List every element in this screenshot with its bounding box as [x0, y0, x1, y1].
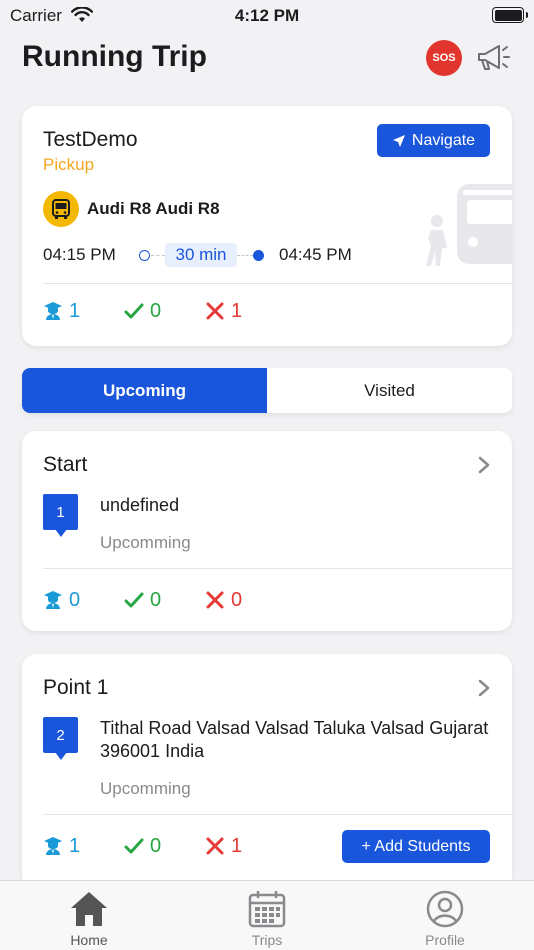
trip-type: Pickup: [43, 155, 95, 174]
navigate-button[interactable]: Navigate: [377, 124, 490, 157]
sos-label: SOS: [432, 52, 456, 64]
start-dot: [139, 250, 150, 261]
student-count: 1: [43, 835, 124, 858]
time-row: 04:15 PM 30 min 04:45 PM: [43, 243, 403, 267]
stop-stats: 1 0 1: [43, 834, 286, 858]
bus-icon: [43, 191, 79, 227]
present-count-value: 0: [150, 299, 162, 322]
present-count: 0: [124, 835, 205, 858]
absent-count: 1: [205, 300, 286, 323]
divider: [43, 283, 512, 284]
end-dot: [253, 250, 264, 261]
trip-card: TestDemo Pickup Navigate Audi R8 Audi R8…: [22, 106, 512, 346]
page-title: Running Trip: [22, 40, 207, 73]
stop-number: 1: [56, 503, 65, 521]
student-icon: [44, 837, 62, 855]
divider: [43, 568, 512, 569]
absent-count: 0: [205, 589, 286, 612]
megaphone-icon[interactable]: [472, 38, 512, 78]
tabbar-label: Home: [70, 932, 108, 948]
student-count-value: 1: [69, 834, 81, 857]
stop-pin-icon: 1: [43, 494, 78, 537]
stop-number: 2: [56, 726, 65, 744]
tabbar-label: Profile: [425, 932, 465, 948]
check-icon: [124, 592, 144, 608]
stop-card-point-1[interactable]: Point 1 2 Tithal Road Valsad Valsad Talu…: [22, 654, 512, 890]
tabbar-item-home[interactable]: Home: [0, 881, 178, 950]
student-icon: [44, 302, 62, 320]
tab-visited[interactable]: Visited: [267, 368, 512, 413]
navigate-arrow-icon: [392, 134, 405, 147]
header: Running Trip SOS: [22, 38, 512, 82]
present-count: 0: [124, 589, 205, 612]
sos-button[interactable]: SOS: [426, 40, 462, 76]
tabbar-item-profile[interactable]: Profile: [356, 881, 534, 950]
student-icon: [44, 591, 62, 609]
end-time: 04:45 PM: [279, 245, 352, 264]
present-count-value: 0: [150, 834, 162, 857]
stop-tabs: Upcoming Visited: [22, 368, 512, 413]
stop-address: undefined: [100, 495, 180, 515]
cross-icon: [206, 837, 224, 855]
chevron-right-icon[interactable]: [478, 456, 490, 474]
clock: 4:12 PM: [234, 6, 300, 25]
stop-title: Point 1: [43, 676, 109, 699]
trip-duration: 30 min: [165, 243, 237, 267]
add-students-button[interactable]: + Add Students: [342, 830, 490, 863]
start-time: 04:15 PM: [43, 245, 116, 264]
stop-pin-icon: 2: [43, 717, 78, 760]
absent-count: 1: [205, 835, 286, 858]
stop-stats: 0 0 0: [43, 588, 286, 612]
vehicle-name: Audi R8 Audi R8: [87, 199, 220, 218]
tabbar-item-trips[interactable]: Trips: [178, 881, 356, 950]
stop-status: Upcomming: [100, 533, 191, 552]
student-count-value: 1: [69, 299, 81, 322]
dash-line: [237, 255, 253, 256]
chevron-right-icon[interactable]: [478, 679, 490, 697]
check-icon: [124, 838, 144, 854]
stop-card-start[interactable]: Start 1 undefined Upcomming 0 0 0: [22, 431, 512, 631]
profile-icon: [425, 889, 465, 929]
present-count: 0: [124, 300, 205, 323]
stop-status: Upcomming: [100, 779, 191, 798]
home-icon: [69, 889, 109, 929]
trip-stats: 1 0 1: [43, 299, 286, 323]
cross-icon: [206, 591, 224, 609]
dash-line: [151, 255, 165, 256]
status-bar: Carrier 4:12 PM: [0, 0, 534, 32]
trip-name: TestDemo: [43, 128, 138, 151]
student-count: 1: [43, 300, 124, 323]
bus-illustration-icon: [426, 184, 512, 266]
vehicle-row: Audi R8 Audi R8: [43, 191, 220, 227]
absent-count-value: 0: [231, 588, 243, 611]
absent-count-value: 1: [231, 299, 243, 322]
bottom-tab-bar: Home Trips Profile: [0, 880, 534, 950]
battery-icon: [492, 7, 528, 23]
student-count-value: 0: [69, 588, 81, 611]
navigate-label: Navigate: [411, 131, 476, 149]
add-students-label: + Add Students: [361, 837, 471, 855]
absent-count-value: 1: [231, 834, 243, 857]
calendar-icon: [247, 889, 287, 929]
stop-address: Tithal Road Valsad Valsad Taluka Valsad …: [100, 718, 489, 761]
tab-upcoming[interactable]: Upcoming: [22, 368, 267, 413]
divider: [43, 814, 512, 815]
tabbar-label: Trips: [251, 932, 283, 948]
present-count-value: 0: [150, 588, 162, 611]
student-count: 0: [43, 589, 124, 612]
check-icon: [124, 303, 144, 319]
stop-title: Start: [43, 453, 88, 476]
cross-icon: [206, 302, 224, 320]
